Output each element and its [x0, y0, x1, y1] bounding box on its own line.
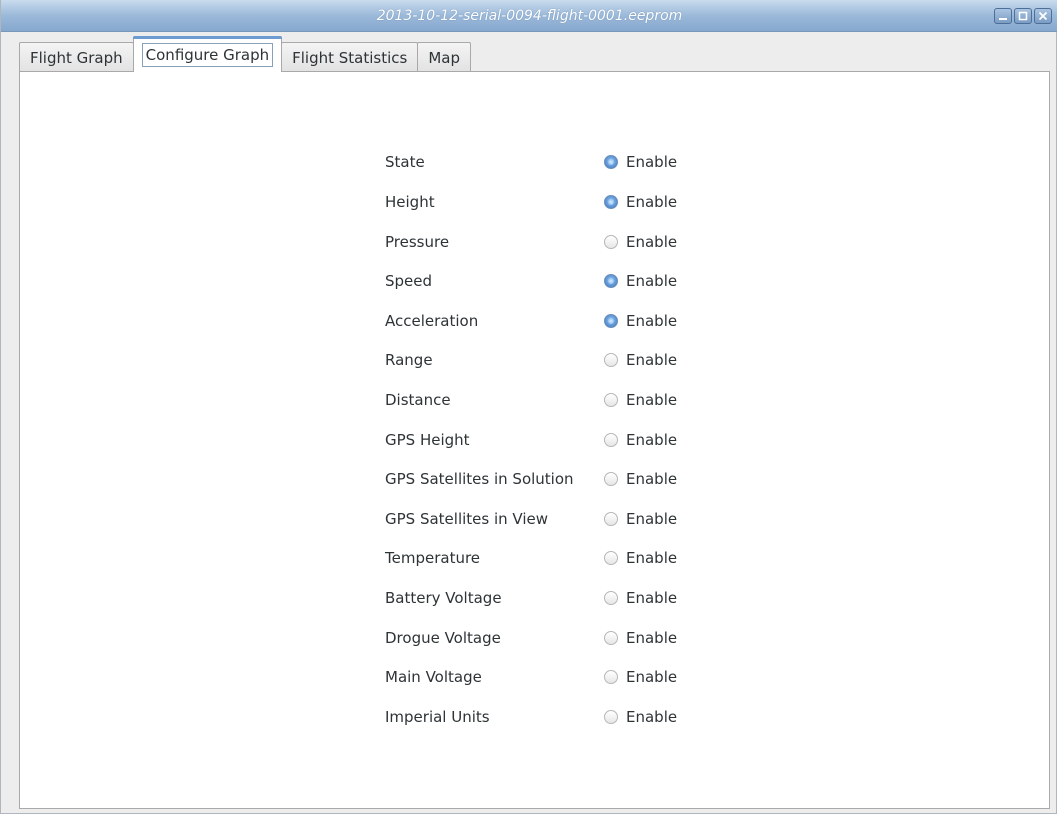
- radio-indicator: [604, 353, 618, 367]
- option-row-battery-voltage: Battery Voltage Enable: [20, 586, 1020, 610]
- tab-flight-graph[interactable]: Flight Graph: [19, 42, 134, 72]
- window-title: 2013-10-12-serial-0094-flight-0001.eepro…: [376, 8, 683, 24]
- option-row-distance: Distance Enable: [20, 388, 1020, 412]
- option-row-temperature: Temperature Enable: [20, 546, 1020, 570]
- enable-label: Enable: [626, 589, 678, 607]
- radio-indicator: [604, 274, 618, 288]
- radio-indicator: [604, 551, 618, 565]
- option-row-range: Range Enable: [20, 348, 1020, 372]
- enable-label: Enable: [626, 391, 678, 409]
- option-label: Acceleration: [385, 312, 479, 330]
- radio-indicator: [604, 472, 618, 486]
- maximize-button[interactable]: [1014, 8, 1032, 24]
- radio-indicator: [604, 631, 618, 645]
- enable-label: Enable: [626, 193, 678, 211]
- enable-radio-acceleration[interactable]: Enable: [604, 309, 677, 333]
- option-label: GPS Satellites in Solution: [385, 470, 574, 488]
- enable-label: Enable: [626, 470, 678, 488]
- radio-indicator: [604, 155, 618, 169]
- option-row-state: State Enable: [20, 150, 1020, 174]
- tab-label: Map: [428, 49, 461, 67]
- option-row-drogue-voltage: Drogue Voltage Enable: [20, 626, 1020, 650]
- enable-radio-height[interactable]: Enable: [604, 190, 677, 214]
- enable-radio-speed[interactable]: Enable: [604, 269, 677, 293]
- radio-indicator: [604, 393, 618, 407]
- tab-label: Flight Graph: [30, 49, 123, 67]
- radio-indicator: [604, 591, 618, 605]
- option-row-imperial-units: Imperial Units Enable: [20, 705, 1020, 729]
- enable-label: Enable: [626, 351, 678, 369]
- option-label: Range: [385, 351, 433, 369]
- option-row-acceleration: Acceleration Enable: [20, 309, 1020, 333]
- tab-label: Configure Graph: [141, 43, 274, 67]
- enable-radio-imperial-units[interactable]: Enable: [604, 705, 677, 729]
- radio-indicator: [604, 710, 618, 724]
- option-label: GPS Satellites in View: [385, 510, 549, 528]
- radio-indicator: [604, 314, 618, 328]
- enable-radio-gps-height[interactable]: Enable: [604, 428, 677, 452]
- option-label: Main Voltage: [385, 668, 482, 686]
- minimize-icon: [999, 18, 1007, 20]
- tab-configure-graph[interactable]: Configure Graph: [132, 36, 283, 72]
- option-row-pressure: Pressure Enable: [20, 230, 1020, 254]
- option-label: Height: [385, 193, 435, 211]
- option-row-main-voltage: Main Voltage Enable: [20, 665, 1020, 689]
- radio-indicator: [604, 195, 618, 209]
- option-label: Speed: [385, 272, 433, 290]
- maximize-icon: [1018, 11, 1028, 21]
- tab-map[interactable]: Map: [417, 42, 472, 72]
- minimize-button[interactable]: [994, 8, 1012, 24]
- option-row-gps-satellites-in-view: GPS Satellites in View Enable: [20, 507, 1020, 531]
- enable-label: Enable: [626, 708, 678, 726]
- enable-label: Enable: [626, 549, 678, 567]
- enable-radio-battery-voltage[interactable]: Enable: [604, 586, 677, 610]
- option-label: State: [385, 153, 425, 171]
- enable-radio-pressure[interactable]: Enable: [604, 230, 677, 254]
- close-icon: [1038, 11, 1048, 21]
- enable-radio-main-voltage[interactable]: Enable: [604, 665, 677, 689]
- option-label: Distance: [385, 391, 451, 409]
- enable-radio-gps-satellites-in-solution[interactable]: Enable: [604, 467, 677, 491]
- window-controls: [994, 8, 1052, 24]
- option-label: Pressure: [385, 233, 450, 251]
- configure-graph-panel: State Enable Height Enable Pressure Enab…: [19, 71, 1050, 809]
- option-row-gps-satellites-in-solution: GPS Satellites in Solution Enable: [20, 467, 1020, 491]
- radio-indicator: [604, 433, 618, 447]
- enable-label: Enable: [626, 272, 678, 290]
- enable-label: Enable: [626, 668, 678, 686]
- option-label: Battery Voltage: [385, 589, 502, 607]
- close-button[interactable]: [1034, 8, 1052, 24]
- option-label: GPS Height: [385, 431, 470, 449]
- radio-indicator: [604, 512, 618, 526]
- enable-label: Enable: [626, 431, 678, 449]
- enable-radio-distance[interactable]: Enable: [604, 388, 677, 412]
- option-label: Imperial Units: [385, 708, 490, 726]
- radio-indicator: [604, 235, 618, 249]
- option-row-height: Height Enable: [20, 190, 1020, 214]
- enable-radio-drogue-voltage[interactable]: Enable: [604, 626, 677, 650]
- enable-label: Enable: [626, 233, 678, 251]
- enable-radio-temperature[interactable]: Enable: [604, 546, 677, 570]
- enable-label: Enable: [626, 629, 678, 647]
- enable-radio-gps-satellites-in-view[interactable]: Enable: [604, 507, 677, 531]
- application-window: 2013-10-12-serial-0094-flight-0001.eepro…: [0, 0, 1057, 814]
- option-label: Drogue Voltage: [385, 629, 501, 647]
- enable-label: Enable: [626, 312, 678, 330]
- enable-label: Enable: [626, 153, 678, 171]
- radio-indicator: [604, 670, 618, 684]
- enable-radio-state[interactable]: Enable: [604, 150, 677, 174]
- tab-flight-statistics[interactable]: Flight Statistics: [281, 42, 419, 72]
- tab-label: Flight Statistics: [292, 49, 408, 67]
- title-bar[interactable]: 2013-10-12-serial-0094-flight-0001.eepro…: [1, 0, 1057, 32]
- option-row-gps-height: GPS Height Enable: [20, 428, 1020, 452]
- enable-radio-range[interactable]: Enable: [604, 348, 677, 372]
- tab-bar: Flight Graph Configure Graph Flight Stat…: [19, 36, 472, 72]
- option-row-speed: Speed Enable: [20, 269, 1020, 293]
- enable-label: Enable: [626, 510, 678, 528]
- option-label: Temperature: [385, 549, 481, 567]
